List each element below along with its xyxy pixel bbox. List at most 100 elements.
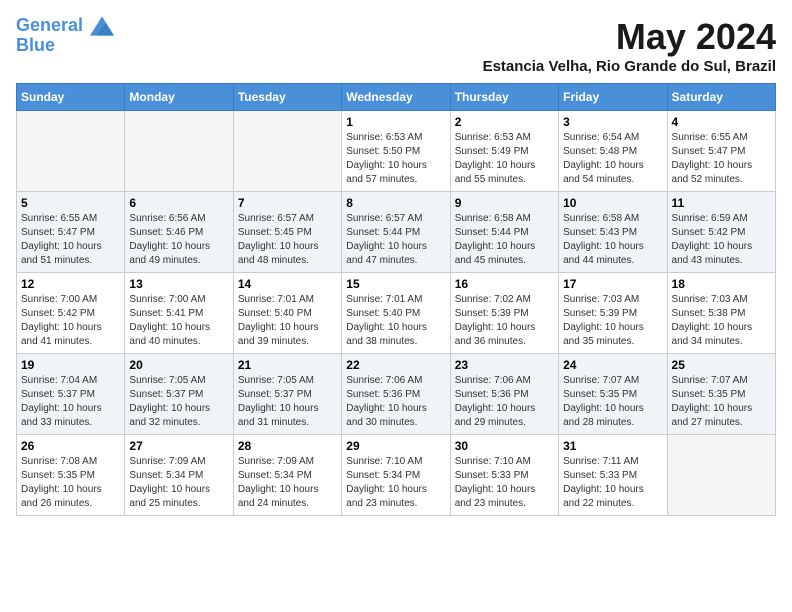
cell-date-number: 26 [21, 439, 120, 453]
cell-date-number: 17 [563, 277, 662, 291]
calendar-cell: 3Sunrise: 6:54 AMSunset: 5:48 PMDaylight… [559, 111, 667, 192]
day-header-tuesday: Tuesday [233, 84, 341, 111]
cell-info-text: Sunrise: 7:10 AMSunset: 5:34 PMDaylight:… [346, 455, 445, 511]
calendar-cell: 27 Sunrise: 7:09 AMSunset: 5:34 PMDayligh… [125, 435, 233, 516]
calendar-cell: 19 Sunrise: 7:04 AMSunset: 5:37 PMDayligh… [17, 354, 125, 435]
cell-date-number: 12 [21, 277, 120, 291]
cell-date-number: 5 [21, 196, 120, 210]
cell-info-text: Sunrise: 7:01 AMSunset: 5:40 PMDaylight:… [346, 293, 445, 349]
cell-info-text: Sunrise: 7:05 AMSunset: 5:37 PMDaylight:… [129, 374, 228, 430]
cell-date-number: 29 [346, 439, 445, 453]
cell-date-number: 13 [129, 277, 228, 291]
calendar-cell: 22Sunrise: 7:06 AMSunset: 5:36 PMDayligh… [342, 354, 450, 435]
calendar-cell: 21 Sunrise: 7:05 AMSunset: 5:37 PMDayligh… [233, 354, 341, 435]
cell-info-text: Sunrise: 6:54 AMSunset: 5:48 PMDaylight:… [563, 131, 662, 187]
cell-info-text: Sunrise: 7:03 AMSunset: 5:38 PMDaylight:… [672, 293, 771, 349]
cell-date-number: 9 [455, 196, 554, 210]
cell-info-text: Sunrise: 7:05 AMSunset: 5:37 PMDaylight:… [238, 374, 337, 430]
calendar-cell: 28Sunrise: 7:09 AMSunset: 5:34 PMDayligh… [233, 435, 341, 516]
cell-info-text: Sunrise: 6:58 AMSunset: 5:43 PMDaylight:… [563, 212, 662, 268]
month-title: May 2024 [483, 16, 776, 58]
cell-date-number: 11 [672, 196, 771, 210]
calendar-cell: 11 Sunrise: 6:59 AMSunset: 5:42 PMDayligh… [667, 192, 775, 273]
day-header-monday: Monday [125, 84, 233, 111]
calendar-cell [667, 435, 775, 516]
calendar-cell: 29 Sunrise: 7:10 AMSunset: 5:34 PMDayligh… [342, 435, 450, 516]
calendar-cell: 24Sunrise: 7:07 AMSunset: 5:35 PMDayligh… [559, 354, 667, 435]
calendar-cell: 14Sunrise: 7:01 AMSunset: 5:40 PMDayligh… [233, 273, 341, 354]
week-row-5: 26 Sunrise: 7:08 AMSunset: 5:35 PMDayligh… [17, 435, 776, 516]
cell-info-text: Sunrise: 7:01 AMSunset: 5:40 PMDaylight:… [238, 293, 337, 349]
cell-info-text: Sunrise: 6:59 AMSunset: 5:42 PMDaylight:… [672, 212, 771, 268]
cell-date-number: 7 [238, 196, 337, 210]
cell-info-text: Sunrise: 7:07 AMSunset: 5:35 PMDaylight:… [672, 374, 771, 430]
calendar-cell: 5 Sunrise: 6:55 AMSunset: 5:47 PMDaylight… [17, 192, 125, 273]
calendar-cell: 16 Sunrise: 7:02 AMSunset: 5:39 PMDayligh… [450, 273, 558, 354]
calendar-table: SundayMondayTuesdayWednesdayThursdayFrid… [16, 83, 776, 516]
cell-info-text: Sunrise: 6:57 AMSunset: 5:44 PMDaylight:… [346, 212, 445, 268]
week-row-1: 1Sunrise: 6:53 AMSunset: 5:50 PMDaylight… [17, 111, 776, 192]
cell-info-text: Sunrise: 6:53 AMSunset: 5:49 PMDaylight:… [455, 131, 554, 187]
calendar-cell: 1Sunrise: 6:53 AMSunset: 5:50 PMDaylight… [342, 111, 450, 192]
cell-date-number: 30 [455, 439, 554, 453]
calendar-cell: 6Sunrise: 6:56 AMSunset: 5:46 PMDaylight… [125, 192, 233, 273]
day-header-friday: Friday [559, 84, 667, 111]
day-header-saturday: Saturday [667, 84, 775, 111]
cell-info-text: Sunrise: 7:02 AMSunset: 5:39 PMDaylight:… [455, 293, 554, 349]
calendar-cell: 7 Sunrise: 6:57 AMSunset: 5:45 PMDaylight… [233, 192, 341, 273]
calendar-cell: 25 Sunrise: 7:07 AMSunset: 5:35 PMDayligh… [667, 354, 775, 435]
title-area: May 2024 Estancia Velha, Rio Grande do S… [483, 16, 776, 75]
calendar-cell: 12 Sunrise: 7:00 AMSunset: 5:42 PMDayligh… [17, 273, 125, 354]
logo: General Blue [16, 16, 114, 56]
cell-date-number: 21 [238, 358, 337, 372]
week-row-2: 5 Sunrise: 6:55 AMSunset: 5:47 PMDaylight… [17, 192, 776, 273]
cell-date-number: 27 [129, 439, 228, 453]
cell-info-text: Sunrise: 7:06 AMSunset: 5:36 PMDaylight:… [455, 374, 554, 430]
calendar-cell: 17Sunrise: 7:03 AMSunset: 5:39 PMDayligh… [559, 273, 667, 354]
cell-info-text: Sunrise: 7:11 AMSunset: 5:33 PMDaylight:… [563, 455, 662, 511]
calendar-cell [125, 111, 233, 192]
cell-info-text: Sunrise: 7:08 AMSunset: 5:35 PMDaylight:… [21, 455, 120, 511]
cell-info-text: Sunrise: 7:04 AMSunset: 5:37 PMDaylight:… [21, 374, 120, 430]
location: Estancia Velha, Rio Grande do Sul, Brazi… [483, 58, 776, 75]
cell-info-text: Sunrise: 7:07 AMSunset: 5:35 PMDaylight:… [563, 374, 662, 430]
cell-info-text: Sunrise: 7:09 AMSunset: 5:34 PMDaylight:… [238, 455, 337, 511]
calendar-cell [17, 111, 125, 192]
calendar-cell: 18 Sunrise: 7:03 AMSunset: 5:38 PMDayligh… [667, 273, 775, 354]
calendar-cell: 31 Sunrise: 7:11 AMSunset: 5:33 PMDayligh… [559, 435, 667, 516]
cell-info-text: Sunrise: 6:53 AMSunset: 5:50 PMDaylight:… [346, 131, 445, 187]
day-header-wednesday: Wednesday [342, 84, 450, 111]
cell-date-number: 22 [346, 358, 445, 372]
cell-date-number: 31 [563, 439, 662, 453]
cell-date-number: 8 [346, 196, 445, 210]
calendar-cell: 9Sunrise: 6:58 AMSunset: 5:44 PMDaylight… [450, 192, 558, 273]
days-header-row: SundayMondayTuesdayWednesdayThursdayFrid… [17, 84, 776, 111]
day-header-sunday: Sunday [17, 84, 125, 111]
cell-date-number: 23 [455, 358, 554, 372]
calendar-cell: 20Sunrise: 7:05 AMSunset: 5:37 PMDayligh… [125, 354, 233, 435]
cell-info-text: Sunrise: 7:10 AMSunset: 5:33 PMDaylight:… [455, 455, 554, 511]
calendar-cell: 30 Sunrise: 7:10 AMSunset: 5:33 PMDayligh… [450, 435, 558, 516]
cell-date-number: 2 [455, 115, 554, 129]
cell-info-text: Sunrise: 7:09 AMSunset: 5:34 PMDaylight:… [129, 455, 228, 511]
calendar-cell: 13 Sunrise: 7:00 AMSunset: 5:41 PMDayligh… [125, 273, 233, 354]
logo-general: General [16, 15, 83, 35]
cell-date-number: 25 [672, 358, 771, 372]
cell-date-number: 16 [455, 277, 554, 291]
cell-info-text: Sunrise: 7:00 AMSunset: 5:41 PMDaylight:… [129, 293, 228, 349]
calendar-cell: 26 Sunrise: 7:08 AMSunset: 5:35 PMDayligh… [17, 435, 125, 516]
cell-date-number: 10 [563, 196, 662, 210]
cell-date-number: 4 [672, 115, 771, 129]
calendar-cell [233, 111, 341, 192]
cell-info-text: Sunrise: 6:55 AMSunset: 5:47 PMDaylight:… [21, 212, 120, 268]
cell-info-text: Sunrise: 7:00 AMSunset: 5:42 PMDaylight:… [21, 293, 120, 349]
logo-blue: Blue [16, 35, 55, 55]
calendar-cell: 2 Sunrise: 6:53 AMSunset: 5:49 PMDaylight… [450, 111, 558, 192]
cell-date-number: 19 [21, 358, 120, 372]
cell-info-text: Sunrise: 6:55 AMSunset: 5:47 PMDaylight:… [672, 131, 771, 187]
cell-date-number: 6 [129, 196, 228, 210]
cell-date-number: 15 [346, 277, 445, 291]
header: General Blue May 2024 Estancia Velha, Ri… [16, 16, 776, 75]
cell-info-text: Sunrise: 6:57 AMSunset: 5:45 PMDaylight:… [238, 212, 337, 268]
cell-date-number: 18 [672, 277, 771, 291]
